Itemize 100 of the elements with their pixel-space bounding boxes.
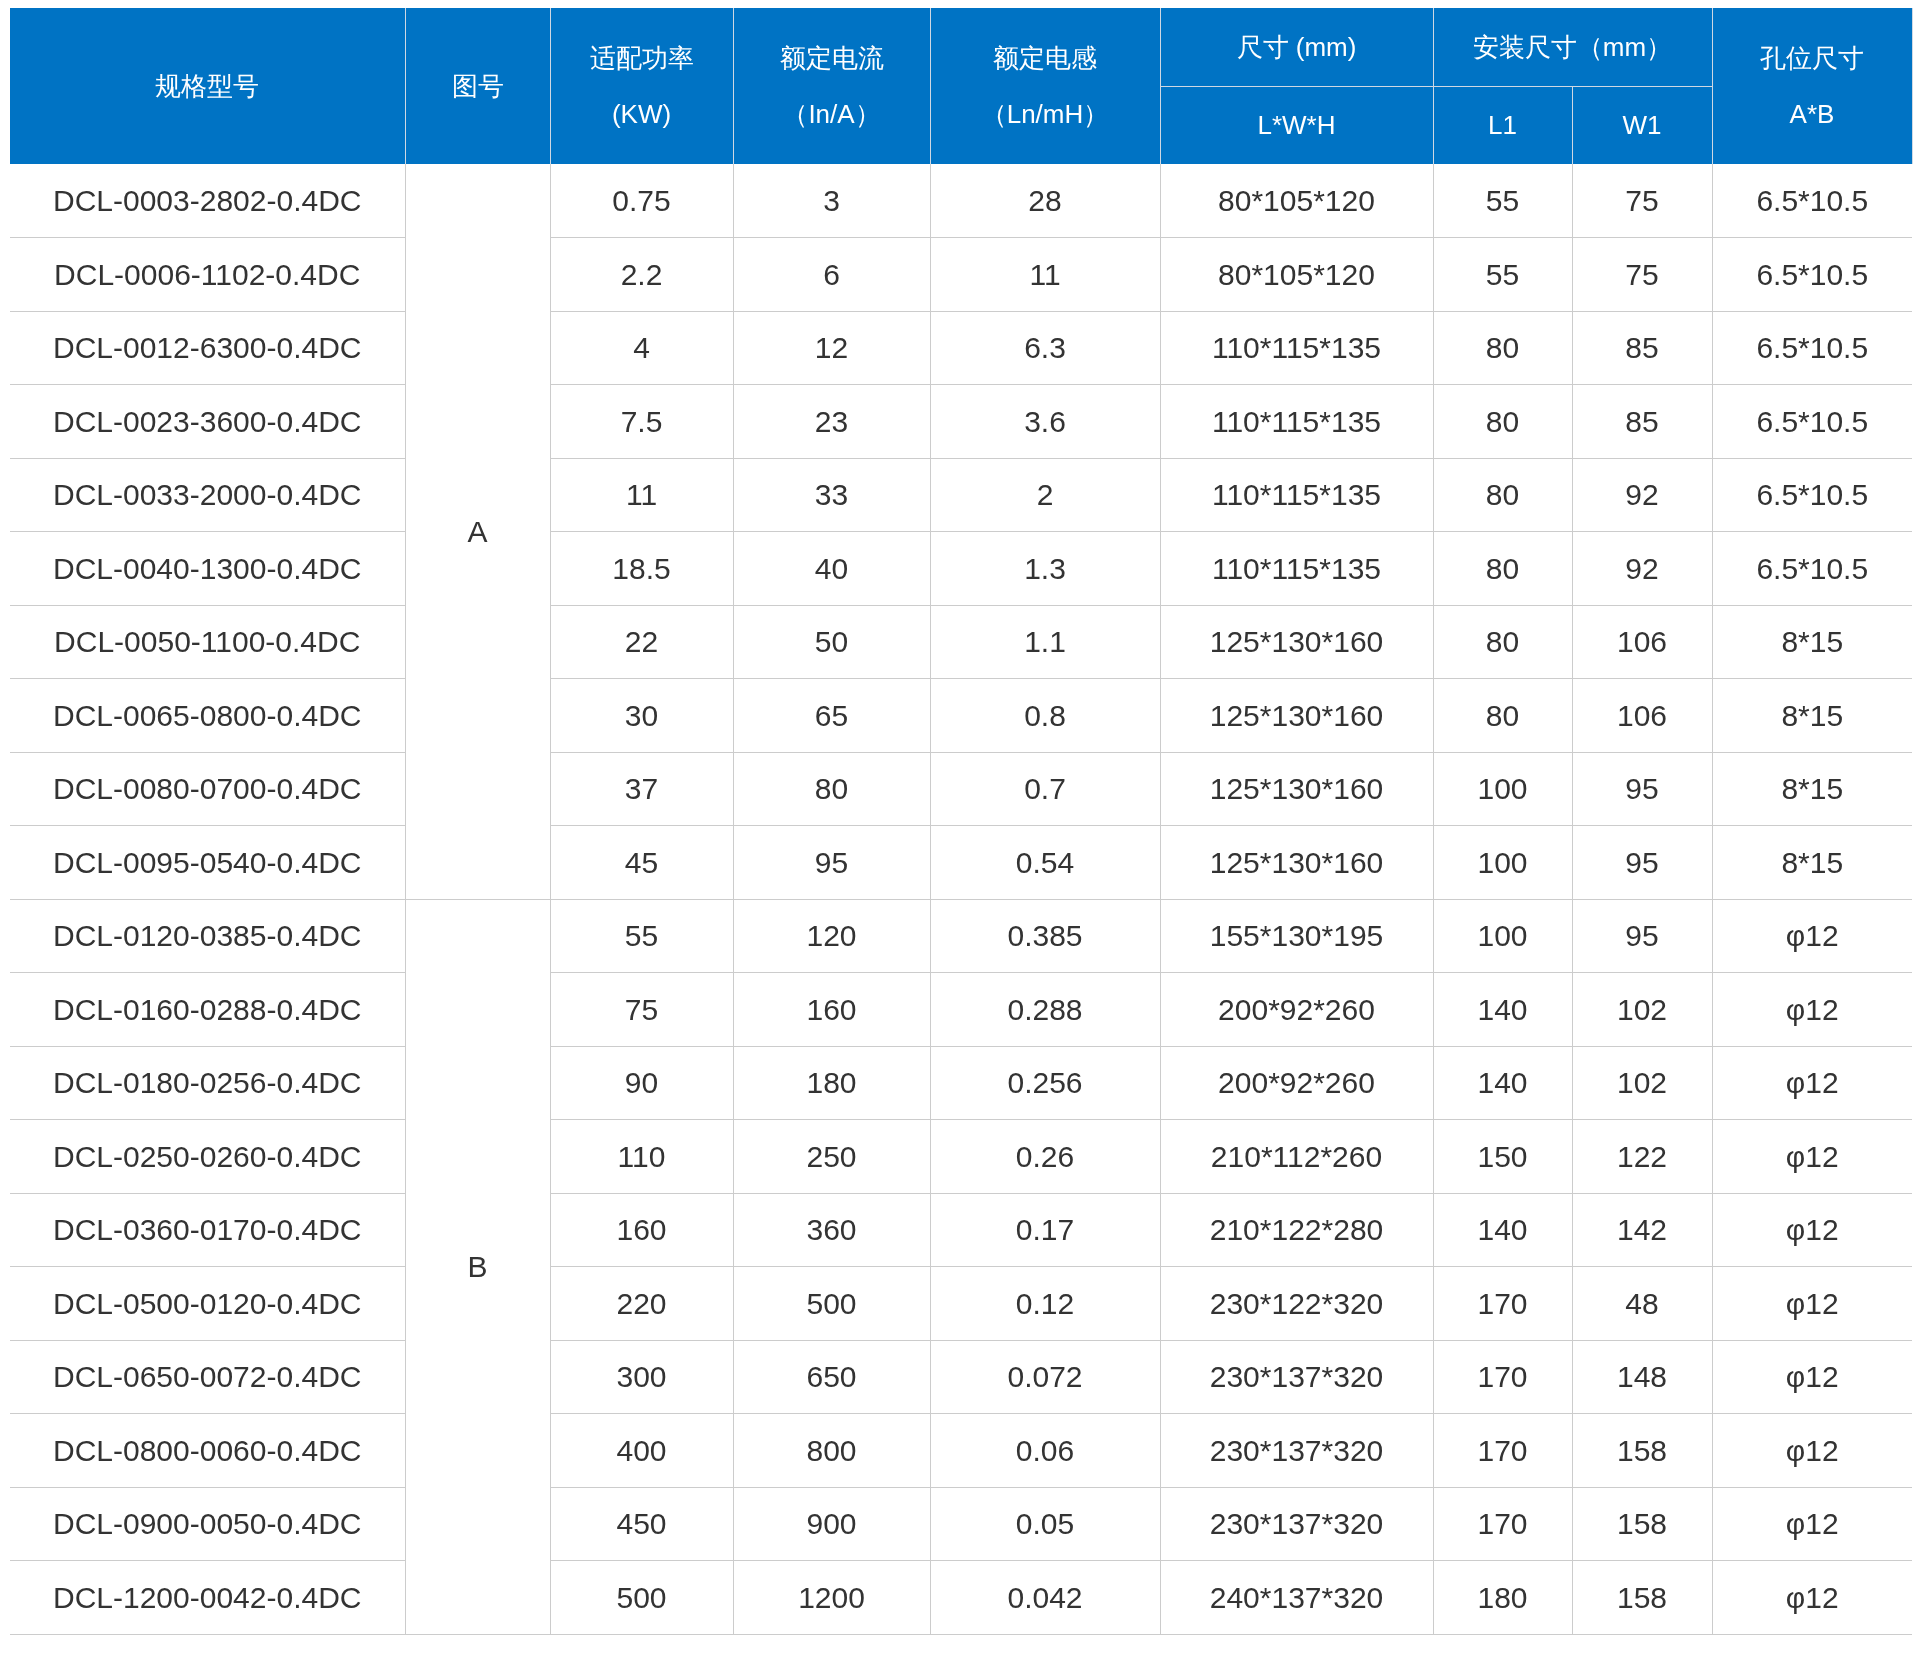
table-cell: φ12 xyxy=(1712,1340,1912,1414)
table-cell: 55 xyxy=(1433,237,1572,311)
table-cell: DCL-0023-3600-0.4DC xyxy=(10,384,405,458)
table-cell: φ12 xyxy=(1712,1487,1912,1561)
column-header: A*B xyxy=(1788,98,1836,131)
table-cell: 6.5*10.5 xyxy=(1712,311,1912,385)
table-cell: 110*115*135 xyxy=(1160,311,1433,385)
table-cell: 80*105*120 xyxy=(1160,237,1433,311)
table-cell: 75 xyxy=(1572,237,1712,311)
table-cell: 8*15 xyxy=(1712,752,1912,826)
column-header: L1 xyxy=(1433,86,1572,164)
table-cell: DCL-0050-1100-0.4DC xyxy=(10,605,405,679)
table-cell: 110 xyxy=(550,1119,733,1193)
table-cell: 100 xyxy=(1433,899,1572,973)
table-cell: DCL-0012-6300-0.4DC xyxy=(10,311,405,385)
table-cell: 3.6 xyxy=(930,384,1160,458)
table-cell: DCL-0650-0072-0.4DC xyxy=(10,1340,405,1414)
column-header: （In/A） xyxy=(781,98,882,131)
table-cell: 170 xyxy=(1433,1340,1572,1414)
table-cell: 800 xyxy=(733,1413,930,1487)
table-cell: 22 xyxy=(550,605,733,679)
table-cell: 6.5*10.5 xyxy=(1712,164,1912,238)
table-cell: 6.5*10.5 xyxy=(1712,384,1912,458)
table-cell: DCL-0250-0260-0.4DC xyxy=(10,1119,405,1193)
table-cell: 400 xyxy=(550,1413,733,1487)
table-cell: φ12 xyxy=(1712,1413,1912,1487)
column-header: 规格型号 xyxy=(154,70,261,103)
table-cell: 230*137*320 xyxy=(1160,1413,1433,1487)
table-cell: 40 xyxy=(733,531,930,605)
table-cell: 6.3 xyxy=(930,311,1160,385)
table-cell: 210*122*280 xyxy=(1160,1193,1433,1267)
table-cell: 120 xyxy=(733,899,930,973)
table-cell: 158 xyxy=(1572,1487,1712,1561)
column-header: 适配功率 xyxy=(588,42,695,75)
table-cell: 180 xyxy=(1433,1560,1572,1634)
table-cell: 230*122*320 xyxy=(1160,1266,1433,1340)
table-cell: 0.385 xyxy=(930,899,1160,973)
table-cell: 110*115*135 xyxy=(1160,531,1433,605)
table-cell: B xyxy=(405,899,550,1634)
table-cell: 106 xyxy=(1572,605,1712,679)
table-cell: 125*130*160 xyxy=(1160,605,1433,679)
table-cell: 200*92*260 xyxy=(1160,972,1433,1046)
table-cell: 0.06 xyxy=(930,1413,1160,1487)
table-cell: φ12 xyxy=(1712,1560,1912,1634)
table-cell: 85 xyxy=(1572,384,1712,458)
table-cell: 80*105*120 xyxy=(1160,164,1433,238)
table-cell: 6 xyxy=(733,237,930,311)
column-header: 图号 xyxy=(450,70,505,103)
table-cell: 155*130*195 xyxy=(1160,899,1433,973)
table-cell: DCL-0360-0170-0.4DC xyxy=(10,1193,405,1267)
table-cell: 0.042 xyxy=(930,1560,1160,1634)
table-cell: DCL-0120-0385-0.4DC xyxy=(10,899,405,973)
table-cell: 0.17 xyxy=(930,1193,1160,1267)
table-cell: 360 xyxy=(733,1193,930,1267)
table-cell: 65 xyxy=(733,678,930,752)
table-cell: 300 xyxy=(550,1340,733,1414)
table-cell: 28 xyxy=(930,164,1160,238)
table-cell: 142 xyxy=(1572,1193,1712,1267)
table-cell: 210*112*260 xyxy=(1160,1119,1433,1193)
table-cell: 95 xyxy=(1572,899,1712,973)
table-cell: DCL-0095-0540-0.4DC xyxy=(10,825,405,899)
column-header: 尺寸 (mm) xyxy=(1235,30,1358,64)
table-cell: 110*115*135 xyxy=(1160,458,1433,532)
table-cell: 170 xyxy=(1433,1413,1572,1487)
table-cell: 23 xyxy=(733,384,930,458)
table-cell: 150 xyxy=(1433,1119,1572,1193)
table-cell: 50 xyxy=(733,605,930,679)
table-cell: 8*15 xyxy=(1712,825,1912,899)
table-cell: 0.26 xyxy=(930,1119,1160,1193)
table-cell: 100 xyxy=(1433,825,1572,899)
table-cell: 0.256 xyxy=(930,1046,1160,1120)
table-cell: 6.5*10.5 xyxy=(1712,531,1912,605)
table-cell: DCL-0160-0288-0.4DC xyxy=(10,972,405,1046)
table-cell: 450 xyxy=(550,1487,733,1561)
table-cell: 95 xyxy=(1572,825,1712,899)
table-cell: 48 xyxy=(1572,1266,1712,1340)
column-header: (KW) xyxy=(610,98,673,131)
table-cell: 220 xyxy=(550,1266,733,1340)
table-cell: DCL-1200-0042-0.4DC xyxy=(10,1560,405,1634)
table-cell: 80 xyxy=(1433,678,1572,752)
table-cell: 2.2 xyxy=(550,237,733,311)
table-cell: DCL-0040-1300-0.4DC xyxy=(10,531,405,605)
column-header: 额定电感 xyxy=(992,42,1098,75)
table-cell: DCL-0065-0800-0.4DC xyxy=(10,678,405,752)
column-header: 安装尺寸（mm） xyxy=(1471,30,1674,64)
table-cell: 0.12 xyxy=(930,1266,1160,1340)
table-cell: DCL-0003-2802-0.4DC xyxy=(10,164,405,238)
table-cell: DCL-0500-0120-0.4DC xyxy=(10,1266,405,1340)
table-cell: 140 xyxy=(1433,972,1572,1046)
table-cell: 6.5*10.5 xyxy=(1712,458,1912,532)
table-cell: 160 xyxy=(550,1193,733,1267)
table-cell: 125*130*160 xyxy=(1160,825,1433,899)
table-cell: 0.288 xyxy=(930,972,1160,1046)
table-cell: 30 xyxy=(550,678,733,752)
table-cell: 75 xyxy=(550,972,733,1046)
table-cell: 85 xyxy=(1572,311,1712,385)
table-cell: 900 xyxy=(733,1487,930,1561)
table-cell: 18.5 xyxy=(550,531,733,605)
table-cell: 230*137*320 xyxy=(1160,1487,1433,1561)
table-cell: DCL-0900-0050-0.4DC xyxy=(10,1487,405,1561)
